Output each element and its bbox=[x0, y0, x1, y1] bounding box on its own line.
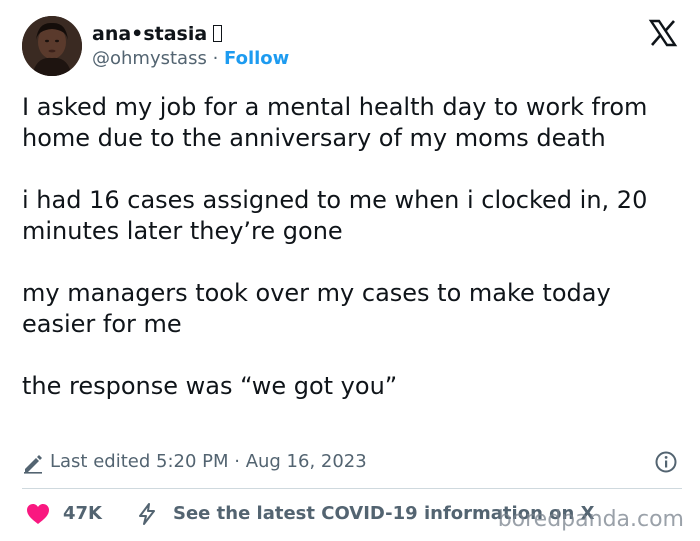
watermark: boredpanda.com bbox=[497, 507, 684, 532]
missing-glyph-icon bbox=[213, 25, 223, 42]
info-icon[interactable] bbox=[654, 450, 678, 474]
tweet-paragraph: my managers took over my cases to make t… bbox=[22, 279, 611, 338]
follow-button[interactable]: Follow bbox=[224, 48, 289, 69]
like-count[interactable]: 47K bbox=[63, 501, 102, 527]
handle-row: @ohmystass · Follow bbox=[92, 47, 289, 71]
display-name[interactable]: ana•stasia bbox=[92, 22, 289, 46]
heart-icon[interactable] bbox=[26, 503, 50, 525]
display-name-text[interactable]: ana•stasia bbox=[92, 23, 207, 45]
avatar-image bbox=[22, 16, 82, 76]
tweet-paragraph: i had 16 cases assigned to me when i clo… bbox=[22, 186, 648, 245]
avatar[interactable] bbox=[22, 16, 82, 76]
pencil-icon bbox=[24, 455, 42, 474]
lightning-bolt-icon bbox=[139, 503, 155, 525]
divider bbox=[22, 488, 682, 489]
tweet-text: I asked my job for a mental health day t… bbox=[22, 92, 682, 402]
tweet-header: ana•stasia @ohmystass · Follow bbox=[22, 16, 682, 78]
last-edited-timestamp[interactable]: Last edited 5:20 PM · Aug 16, 2023 bbox=[50, 450, 367, 474]
edited-row: Last edited 5:20 PM · Aug 16, 2023 bbox=[22, 450, 678, 474]
author-block: ana•stasia @ohmystass · Follow bbox=[92, 22, 289, 71]
handle-separator: · bbox=[206, 48, 225, 69]
handle[interactable]: @ohmystass bbox=[92, 48, 207, 69]
tweet-paragraph: the response was “we got you” bbox=[22, 372, 398, 400]
x-logo-icon[interactable] bbox=[648, 18, 678, 48]
tweet-paragraph: I asked my job for a mental health day t… bbox=[22, 93, 648, 152]
